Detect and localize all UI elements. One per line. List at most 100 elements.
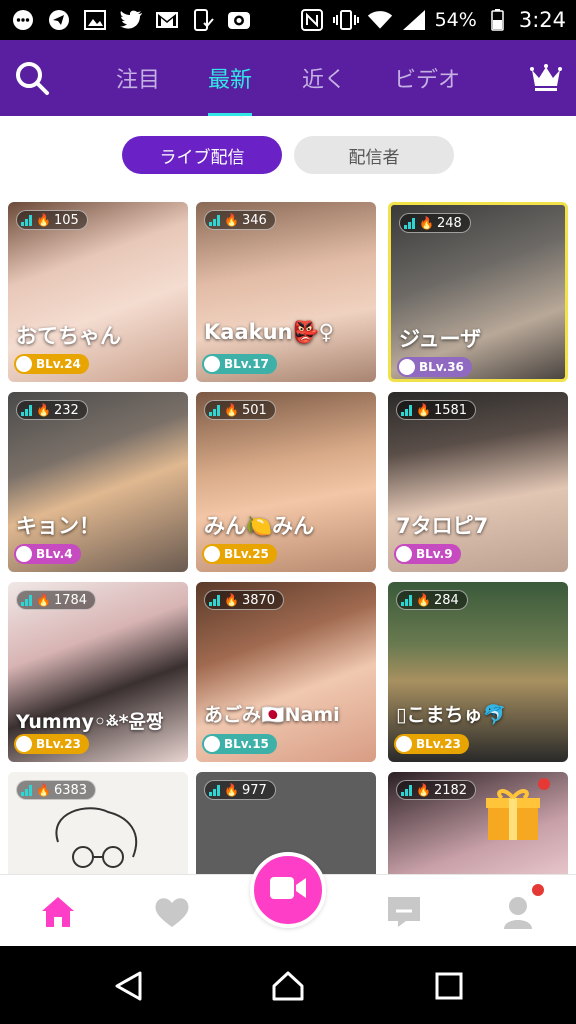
stream-card[interactable]: 🔥 248 ジューザ ♦ BLv.36 xyxy=(388,202,568,382)
camera-app-icon xyxy=(226,9,252,31)
streamer-name: 7タロピ7 xyxy=(396,514,489,538)
go-live-button[interactable] xyxy=(250,852,326,928)
viewer-badge: 🔥 248 xyxy=(399,213,471,233)
clock: 3:24 xyxy=(518,8,566,32)
streamer-name: ジューザ xyxy=(399,327,482,351)
stream-grid: 🔥 105 おてちゃん ♦ BLv.24 🔥 346 Kaakun👺♀ ♦ BLv.17… xyxy=(0,202,576,874)
level-badge: ♦ BLv.25 xyxy=(202,544,277,564)
gem-icon: ♦ xyxy=(204,546,220,562)
flame-icon: 🔥 xyxy=(36,403,51,417)
viewer-badge: 🔥 1784 xyxy=(16,590,97,610)
home-icon[interactable] xyxy=(40,895,76,929)
viewer-badge: 🔥 1581 xyxy=(396,400,477,420)
flame-icon: 🔥 xyxy=(416,403,431,417)
signal-bars-icon xyxy=(21,214,33,226)
gmail-icon xyxy=(154,9,180,31)
flame-icon: 🔥 xyxy=(224,783,239,797)
broadcasters-toggle[interactable]: 配信者 xyxy=(294,136,454,174)
battery-percent: 54% xyxy=(434,9,477,31)
wifi-icon xyxy=(367,9,393,31)
search-icon[interactable] xyxy=(14,60,50,96)
stream-card[interactable]: 🔥 1784 Yummy◦࿏*윤짱 ♦ BLv.23 xyxy=(8,582,188,762)
signal-bars-icon xyxy=(404,217,416,229)
flame-icon: 🔥 xyxy=(419,216,434,230)
tab-latest[interactable]: 最新 xyxy=(208,62,252,94)
signal-bars-icon xyxy=(401,404,413,416)
gem-icon: ♦ xyxy=(396,546,412,562)
signal-bars-icon xyxy=(21,594,33,606)
flame-icon: 🔥 xyxy=(36,213,51,227)
streamer-name: みん🍋みん xyxy=(204,514,315,538)
viewer-badge: 🔥 3870 xyxy=(204,590,285,610)
tab-video[interactable]: ビデオ xyxy=(394,62,460,94)
level-badge: ♦ BLv.36 xyxy=(397,357,472,377)
streamer-name: あごみ🇯🇵Nami xyxy=(204,704,340,726)
gem-icon: ♦ xyxy=(16,736,32,752)
stream-card[interactable]: 🔥 284 ▯こまちゅ🐬 ♦ BLv.23 xyxy=(388,582,568,762)
signal-bars-icon xyxy=(21,404,33,416)
home-icon[interactable] xyxy=(271,970,305,1002)
stream-card[interactable]: 🔥 501 みん🍋みん ♦ BLv.25 xyxy=(196,392,376,572)
gem-icon: ♦ xyxy=(396,736,412,752)
stream-card[interactable]: 🔥 105 おてちゃん ♦ BLv.24 xyxy=(8,202,188,382)
profile-notification-dot xyxy=(532,884,544,896)
signal-bars-icon xyxy=(21,784,33,796)
flame-icon: 🔥 xyxy=(36,593,51,607)
stream-card[interactable]: 🔥 1581 7タロピ7 ♦ BLv.9 xyxy=(388,392,568,572)
gallery-icon xyxy=(82,9,108,31)
gem-icon: ♦ xyxy=(16,546,32,562)
signal-bars-icon xyxy=(209,214,221,226)
twitter-icon xyxy=(118,9,144,31)
phone-check-icon xyxy=(190,9,216,31)
flame-icon: 🔥 xyxy=(36,783,51,797)
flame-icon: 🔥 xyxy=(224,593,239,607)
crown-icon[interactable] xyxy=(530,64,562,92)
battery-icon xyxy=(485,9,511,31)
system-navigation-bar xyxy=(0,946,576,1024)
viewer-badge: 🔥 977 xyxy=(204,780,276,800)
streamer-name: おてちゃん xyxy=(16,324,121,348)
sketch-drawing xyxy=(55,807,138,868)
gem-icon: ♦ xyxy=(399,359,415,375)
telegram-icon xyxy=(46,9,72,31)
stream-card[interactable]: 🔥 3870 あごみ🇯🇵Nami ♦ BLv.15 xyxy=(196,582,376,762)
profile-icon[interactable] xyxy=(500,895,536,929)
flame-icon: 🔥 xyxy=(224,403,239,417)
video-camera-icon xyxy=(269,874,307,906)
viewer-badge: 🔥 105 xyxy=(16,210,88,230)
gift-box-icon[interactable] xyxy=(484,786,542,846)
flame-icon: 🔥 xyxy=(416,593,431,607)
stream-card[interactable]: 🔥 2182 xyxy=(388,772,568,874)
flame-icon: 🔥 xyxy=(224,213,239,227)
viewer-badge: 🔥 232 xyxy=(16,400,88,420)
tab-nearby[interactable]: 近く xyxy=(302,62,346,94)
active-tab-indicator xyxy=(208,113,252,116)
heart-icon[interactable] xyxy=(154,895,190,929)
vibrate-icon xyxy=(332,9,359,31)
live-streams-toggle[interactable]: ライブ配信 xyxy=(122,136,282,174)
recents-icon[interactable] xyxy=(432,970,466,1002)
signal-bars-icon xyxy=(209,404,221,416)
stream-card[interactable]: 🔥 6383 xyxy=(8,772,188,874)
stream-card[interactable]: 🔥 346 Kaakun👺♀ ♦ BLv.17 xyxy=(196,202,376,382)
signal-icon xyxy=(401,9,427,31)
signal-bars-icon xyxy=(401,594,413,606)
level-badge: ♦ BLv.4 xyxy=(14,544,81,564)
app-header: 注目 最新 近く ビデオ xyxy=(0,40,576,116)
viewer-badge: 🔥 346 xyxy=(204,210,276,230)
viewer-badge: 🔥 2182 xyxy=(396,780,477,800)
gem-icon: ♦ xyxy=(16,356,32,372)
gem-icon: ♦ xyxy=(204,736,220,752)
stream-card[interactable]: 🔥 232 キョン！ ♦ BLv.4 xyxy=(8,392,188,572)
signal-bars-icon xyxy=(209,784,221,796)
viewer-badge: 🔥 501 xyxy=(204,400,276,420)
level-badge: ♦ BLv.9 xyxy=(394,544,461,564)
level-badge: ♦ BLv.23 xyxy=(394,734,469,754)
nfc-icon xyxy=(299,9,325,31)
streamer-name: キョン！ xyxy=(16,514,100,538)
back-icon[interactable] xyxy=(112,970,146,1002)
gem-icon: ♦ xyxy=(204,356,220,372)
viewer-badge: 🔥 284 xyxy=(396,590,468,610)
chat-icon[interactable] xyxy=(386,895,422,929)
tab-featured[interactable]: 注目 xyxy=(116,62,160,94)
